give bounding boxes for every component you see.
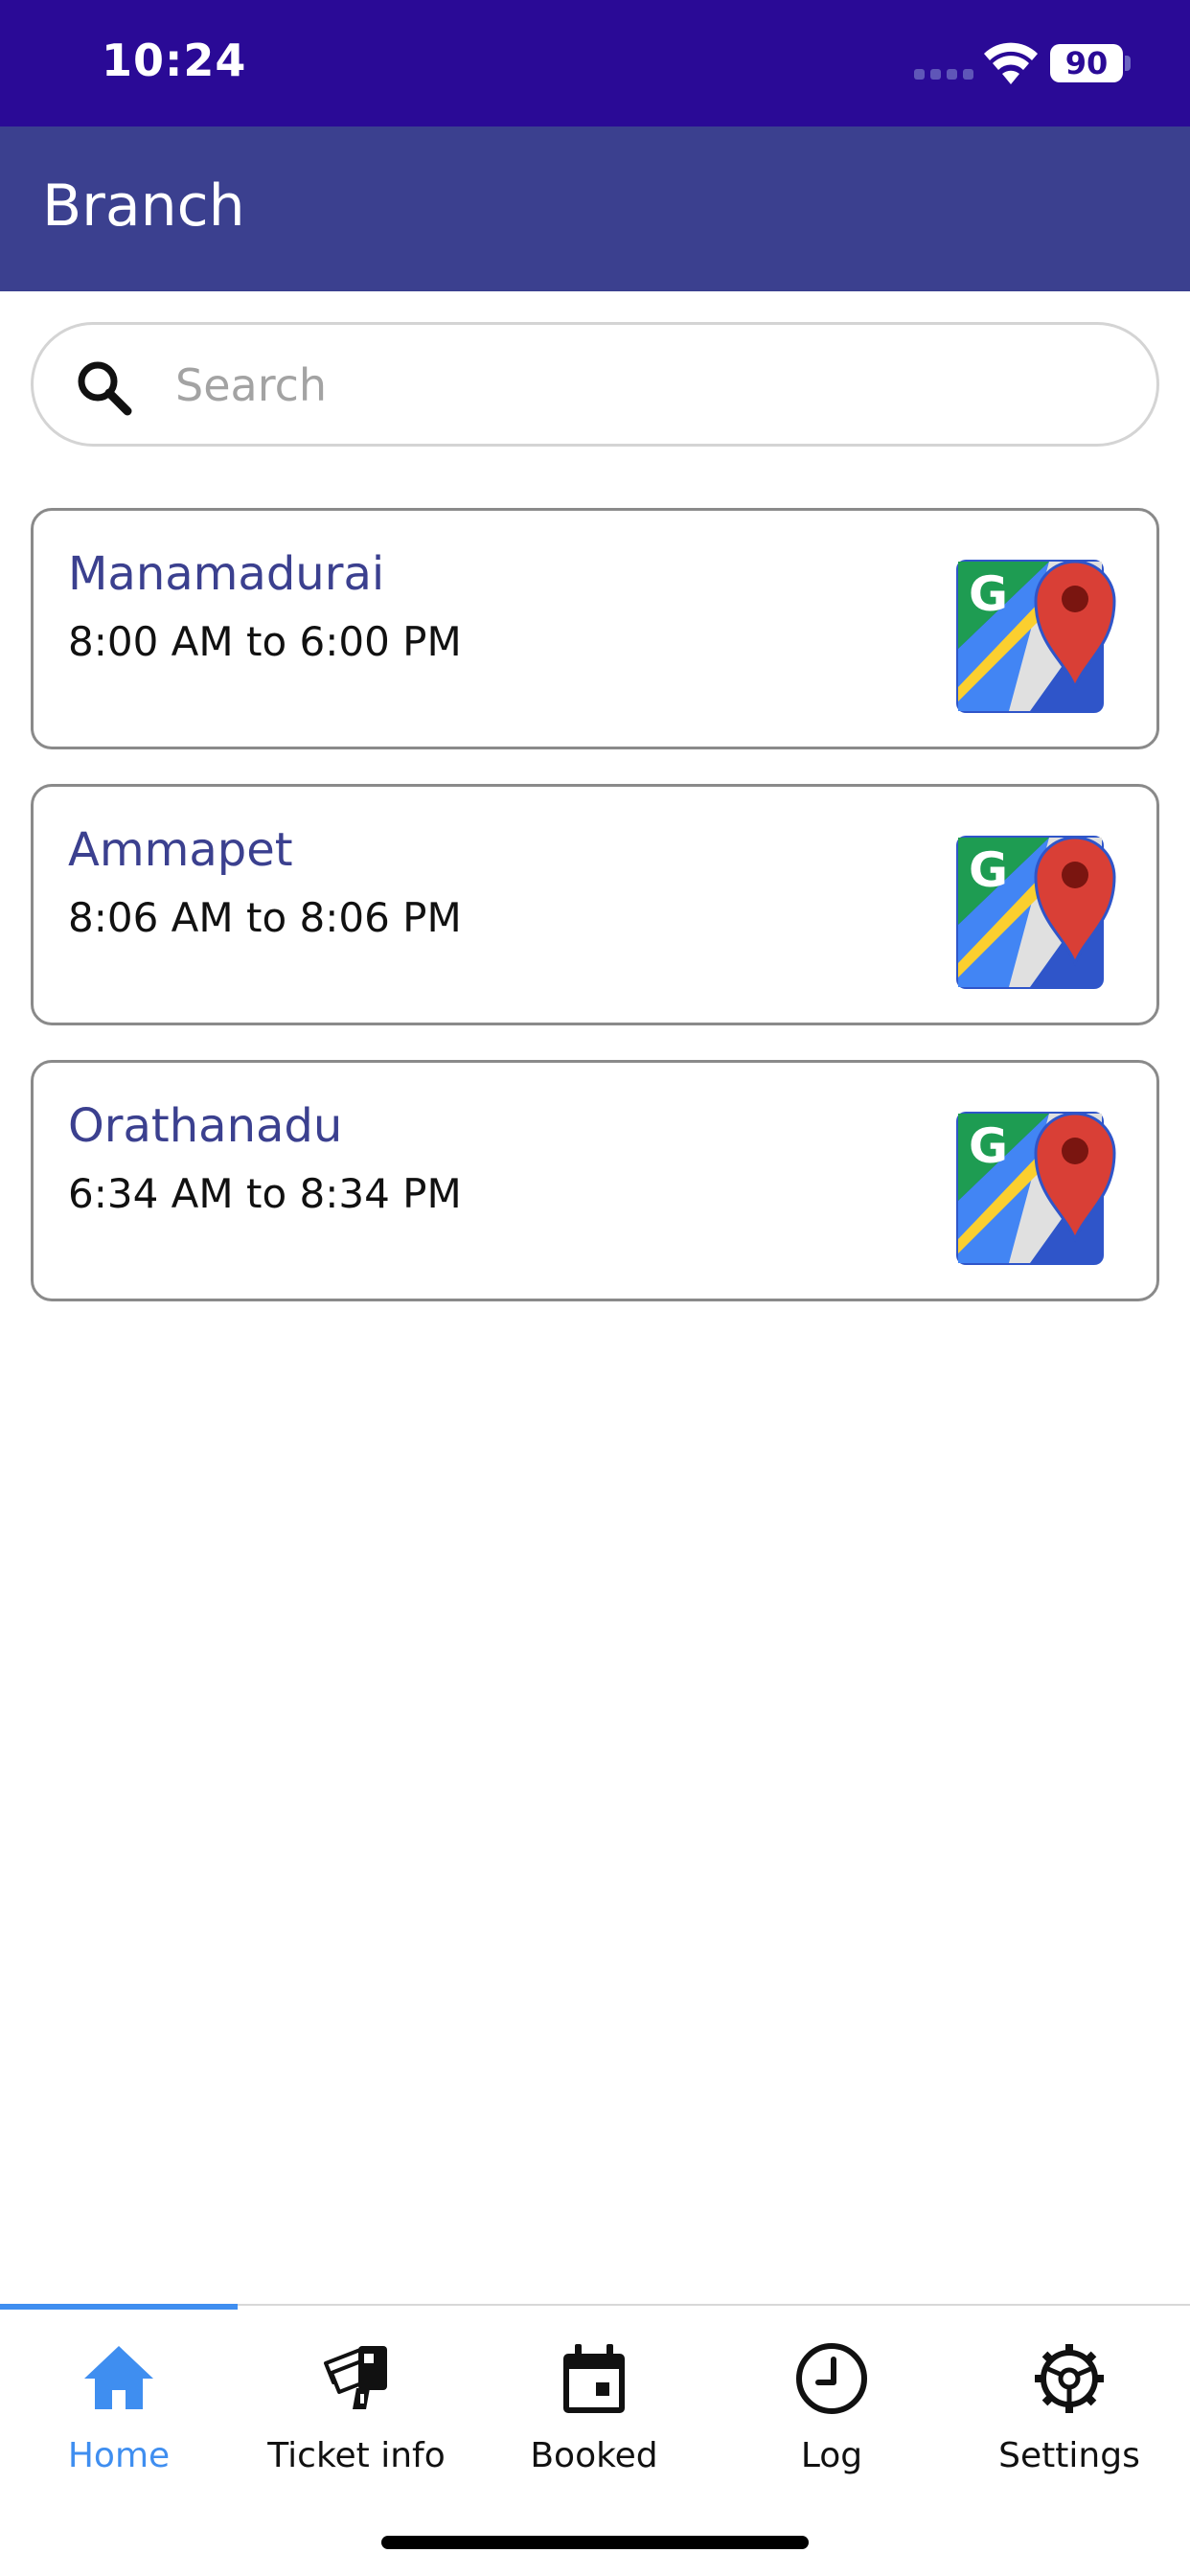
tab-booked[interactable]: Booked [475,2340,713,2494]
tab-settings[interactable]: Settings [950,2340,1188,2494]
ticket-icon [324,2346,387,2409]
wifi-icon [984,42,1038,84]
calendar-icon [563,2344,625,2413]
page-title: Branch [42,172,245,240]
tab-log[interactable]: Log [713,2340,950,2494]
gear-icon [1035,2344,1104,2413]
tab-booked-label: Booked [530,2436,658,2475]
search-icon [78,361,132,416]
app-header: Branch [0,126,1190,291]
tab-log-label: Log [800,2436,863,2475]
tab-home-label: Home [67,2436,171,2475]
branch-hours: 8:00 AM to 6:00 PM [68,618,462,665]
branch-card[interactable]: Orathanadu 6:34 AM to 8:34 PM G [31,1060,1159,1301]
battery-level: 90 [1050,44,1123,82]
clock-icon [796,2343,867,2414]
svg-text:G: G [969,1118,1008,1174]
search-bar[interactable] [31,322,1159,447]
search-input[interactable] [175,350,1114,421]
active-tab-indicator [0,2304,238,2310]
svg-text:G: G [969,842,1008,898]
svg-text:G: G [969,566,1008,622]
tab-settings-label: Settings [998,2436,1140,2475]
home-indicator-bar [381,2536,809,2549]
branch-hours: 8:06 AM to 8:06 PM [68,894,462,941]
tab-ticket-info-label: Ticket info [267,2436,446,2475]
cellular-signal-icon [914,69,973,80]
branch-card[interactable]: Ammapet 8:06 AM to 8:06 PM G [31,784,1159,1025]
tab-home[interactable]: Home [0,2340,238,2494]
tab-ticket-info[interactable]: Ticket info [238,2340,475,2494]
branch-name: Manamadurai [68,547,385,601]
branch-name: Ammapet [68,823,293,877]
status-bar: 10:24 90 [0,0,1190,126]
status-time: 10:24 [102,34,247,86]
google-maps-icon[interactable]: G [953,1095,1124,1270]
branch-card[interactable]: Manamadurai 8:00 AM to 6:00 PM G [31,508,1159,749]
google-maps-icon[interactable]: G [953,543,1124,718]
battery-tip [1125,56,1131,71]
google-maps-icon[interactable]: G [953,819,1124,994]
branch-hours: 6:34 AM to 8:34 PM [68,1170,462,1217]
home-icon [84,2346,153,2409]
branch-name: Orathanadu [68,1099,343,1153]
